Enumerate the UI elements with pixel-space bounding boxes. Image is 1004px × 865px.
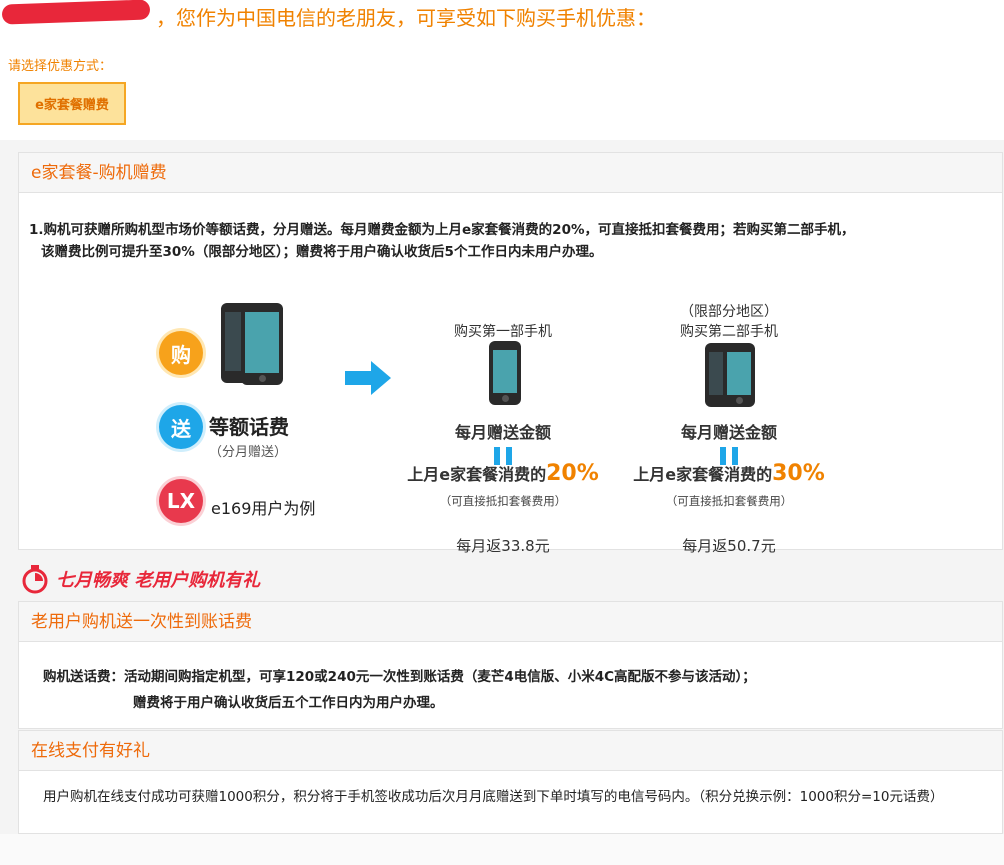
offset-note: （可直接抵扣套餐费用） xyxy=(439,494,567,508)
promo-text: 七月畅爽 老用户购机有礼 xyxy=(56,570,261,591)
desc-line-1: 购机送话费：活动期间购指定机型，可享120或240元一次性到账话费（麦芒4电信版… xyxy=(43,669,756,685)
amount-label: 每月赠送金额 xyxy=(680,423,777,442)
region-note: （限部分地区） xyxy=(680,304,778,320)
desc-line-1: 1.购机可获赠所购机型市场价等额话费，分月赠送。每月赠费金额为上月e家套餐消费的… xyxy=(29,222,855,238)
buy-icon: 购 xyxy=(159,331,203,375)
phone-icon-pair-front xyxy=(723,343,755,407)
percent-prefix: 上月e家套餐消费的 xyxy=(407,465,547,484)
percent-line: 上月e家套餐消费的20% xyxy=(393,461,613,486)
equal-credit-sub: （分月赠送） xyxy=(209,445,288,460)
offset-note: （可直接抵扣套餐费用） xyxy=(665,494,793,508)
phone-icon-pair-front xyxy=(241,303,283,385)
greeting-text: ，您作为中国电信的老朋友，可享受如下购买手机优惠： xyxy=(156,6,656,30)
percent-value: 20% xyxy=(546,461,599,486)
panel-description: 购机送话费：活动期间购指定机型，可享120或240元一次性到账话费（麦芒4电信版… xyxy=(43,664,756,716)
panel-egj-subsidy: e家套餐-购机赠费 1.购机可获赠所购机型市场价等额话费，分月赠送。每月赠费金额… xyxy=(18,152,1003,555)
page-bottom xyxy=(0,834,1004,865)
promo-banner: 七月畅爽 老用户购机有礼 xyxy=(20,562,260,596)
first-phone-title: 购买第一部手机 xyxy=(454,324,552,340)
choose-method-label: 请选择优惠方式： xyxy=(8,59,113,74)
monthly-return: 每月返50.7元 xyxy=(682,537,776,555)
give-icon: 送 xyxy=(159,405,203,449)
second-phone-title: 购买第二部手机 xyxy=(680,324,778,340)
panel-description: 1.购机可获赠所购机型市场价等额话费，分月赠送。每月赠费金额为上月e家套餐消费的… xyxy=(29,219,979,263)
panel-title: 在线支付有好礼 xyxy=(19,731,1002,771)
method-egj-button[interactable]: e家套餐赠费 xyxy=(18,82,126,125)
percent-value: 30% xyxy=(772,461,825,486)
panel-one-time-credit: 老用户购机送一次性到账话费 购机送话费：活动期间购指定机型，可享120或240元… xyxy=(18,601,1003,729)
example-label: e169用户为例 xyxy=(211,499,316,518)
panel-online-payment: 在线支付有好礼 用户购机在线支付成功可获赠1000积分，积分将于手机签收成功后次… xyxy=(18,730,1003,834)
monthly-return: 每月返33.8元 xyxy=(456,537,550,555)
desc-line-2: 该赠费比例可提升至30%（限部分地区）；赠费将于用户确认收货后5个工作日内未用户… xyxy=(41,244,603,260)
desc-line-2: 赠费将于用户确认收货后五个工作日内为用户办理。 xyxy=(133,695,444,711)
percent-line: 上月e家套餐消费的30% xyxy=(619,461,839,486)
panel-title: 老用户购机送一次性到账话费 xyxy=(19,602,1002,642)
equal-credit-label: 等额话费 xyxy=(209,415,289,439)
percent-prefix: 上月e家套餐消费的 xyxy=(633,465,773,484)
stopwatch-icon xyxy=(22,565,48,594)
lx-icon: LX xyxy=(159,479,203,523)
panel-description: 用户购机在线支付成功可获赠1000积分，积分将于手机签收成功后次月月底赠送到下单… xyxy=(43,789,944,805)
amount-label: 每月赠送金额 xyxy=(454,423,551,442)
phone-icon xyxy=(489,341,521,405)
arrow-right-icon xyxy=(345,361,391,395)
panel-title: e家套餐-购机赠费 xyxy=(19,153,1002,193)
